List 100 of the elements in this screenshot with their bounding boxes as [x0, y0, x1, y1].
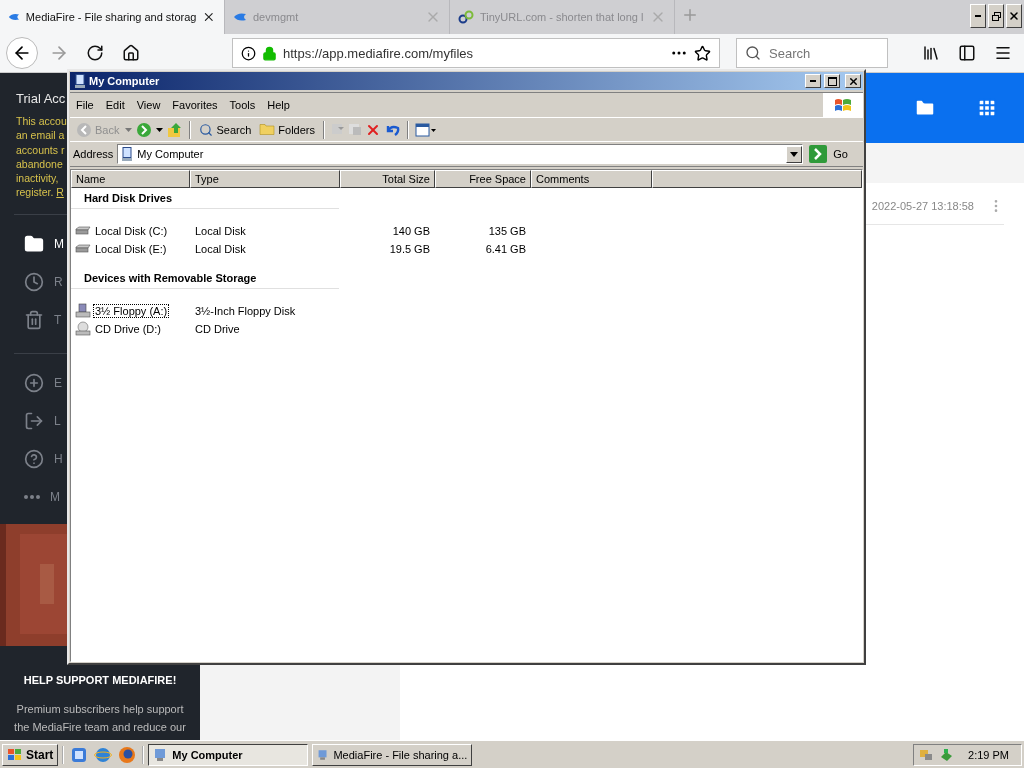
menu-item[interactable]: Edit: [99, 99, 131, 111]
nav-item[interactable]: M: [54, 236, 64, 251]
dropdown-button[interactable]: [786, 145, 803, 163]
views-icon[interactable]: [415, 122, 437, 137]
column-header[interactable]: Total Size: [340, 170, 435, 188]
computer-icon: [121, 147, 134, 161]
menu-item[interactable]: Tools: [223, 99, 262, 111]
search-button[interactable]: Search: [197, 122, 254, 137]
drive-name[interactable]: CD Drive (D:): [93, 322, 163, 336]
link-logo-icon: [458, 9, 474, 25]
drive-type: Local Disk: [195, 243, 246, 255]
notice-line: inactivity,: [16, 171, 59, 186]
plus-icon: [24, 372, 44, 393]
bookmark-star-icon[interactable]: [694, 44, 711, 62]
help-icon: [24, 448, 44, 469]
cd-drive-icon: [75, 321, 91, 337]
caret-icon: [790, 151, 799, 157]
library-icon: [922, 44, 940, 62]
nav-item[interactable]: H: [54, 451, 63, 466]
more-icon: [24, 494, 40, 499]
search-icon: [199, 122, 214, 137]
menu-icon: [994, 44, 1012, 62]
close-button[interactable]: [1006, 4, 1022, 28]
group-title: Devices with Removable Storage: [71, 268, 339, 289]
maximize-button[interactable]: [824, 74, 840, 88]
column-header[interactable]: Type: [190, 170, 340, 188]
support-text: Premium subscribers help support the MediaFire team and reduce our: [13, 701, 187, 735]
globe-icon[interactable]: [94, 745, 113, 764]
minimize-button[interactable]: [970, 4, 986, 28]
total-size: 140 GB: [392, 225, 430, 237]
info-icon[interactable]: [241, 45, 256, 61]
start-button[interactable]: Start: [2, 743, 59, 766]
flame-logo-icon: [8, 12, 20, 22]
support-title: HELP SUPPORT MEDIAFIRE!: [22, 673, 178, 686]
menu-item[interactable]: View: [130, 99, 167, 111]
grid-view-icon[interactable]: [976, 97, 998, 119]
hard-drive-icon: [75, 244, 91, 254]
fox-globe-icon[interactable]: [118, 745, 137, 764]
close-icon: [1008, 10, 1020, 22]
account-title: Trial Acc: [16, 91, 66, 106]
folder-icon: [259, 124, 276, 135]
menu-item[interactable]: Help: [261, 99, 296, 111]
nav-item[interactable]: M: [50, 489, 60, 504]
maximize-icon: [827, 76, 837, 86]
computer-icon: [74, 74, 86, 88]
close-button[interactable]: [845, 74, 861, 88]
menu-item[interactable]: File: [70, 99, 100, 111]
notice-line: This accou: [16, 114, 67, 129]
drive-name[interactable]: Local Disk (E:): [93, 242, 169, 256]
address-field[interactable]: https://app.mediafire.com/myfiles: [232, 38, 720, 68]
trash-icon: [24, 309, 44, 330]
minimize-icon: [810, 80, 816, 82]
notice-line: register.: [16, 186, 54, 199]
floppy-drive-icon: [75, 303, 91, 319]
column-header[interactable]: Free Space: [435, 170, 531, 188]
column-header[interactable]: [652, 170, 862, 188]
caret-icon[interactable]: [156, 127, 164, 132]
address-field[interactable]: My Computer: [117, 144, 804, 164]
drive-type: Local Disk: [195, 225, 246, 237]
clock-icon: [24, 271, 44, 292]
hard-drive-icon: [75, 226, 91, 236]
minimize-icon: [975, 15, 981, 17]
drive-name[interactable]: 3½ Floppy (A:): [93, 304, 170, 318]
search-field[interactable]: Search: [736, 38, 888, 68]
modified-date: 2022-05-27 13:18:58: [871, 199, 974, 212]
exit-icon: [24, 410, 44, 431]
go-button[interactable]: Go: [807, 145, 860, 163]
taskbar-button[interactable]: MediaFire - File sharing a...: [312, 743, 473, 766]
computer-icon: [153, 747, 168, 762]
flame-logo-icon: [233, 12, 247, 22]
nav-item[interactable]: L: [54, 413, 61, 428]
notice-line: abandone: [16, 156, 63, 172]
free-space: 135 GB: [488, 225, 526, 237]
group-title: Hard Disk Drives: [71, 188, 339, 209]
folders-button[interactable]: Folders: [257, 123, 317, 136]
notice-line: an email a: [16, 128, 65, 143]
browser-tab[interactable]: MediaFire - File sharing and storag: [0, 0, 225, 34]
minimize-button[interactable]: [805, 74, 821, 88]
restore-button[interactable]: [988, 4, 1004, 28]
lock-icon: [262, 45, 277, 61]
nav-item[interactable]: E: [54, 375, 62, 390]
column-header[interactable]: Name: [71, 170, 190, 188]
column-header[interactable]: Comments: [531, 170, 652, 188]
nav-item[interactable]: R: [54, 274, 63, 289]
nav-item[interactable]: T: [54, 312, 62, 327]
drive-type: CD Drive: [195, 323, 240, 335]
taskbar-button[interactable]: My Computer: [148, 743, 309, 766]
notice-link[interactable]: R: [56, 186, 64, 199]
restore-icon: [991, 11, 1001, 21]
drive-name[interactable]: Local Disk (C:): [93, 224, 170, 238]
back-button[interactable]: [6, 37, 38, 69]
windows-flag-icon: [7, 747, 23, 762]
total-size: 19.5 GB: [389, 243, 430, 255]
close-icon: [847, 75, 859, 87]
window-title: My Computer: [89, 75, 161, 87]
desktop-icon[interactable]: [70, 745, 89, 764]
search-icon: [745, 45, 761, 61]
address-label: Address: [73, 148, 114, 160]
menu-item[interactable]: Favorites: [166, 99, 224, 111]
folder-icon: [24, 233, 44, 254]
